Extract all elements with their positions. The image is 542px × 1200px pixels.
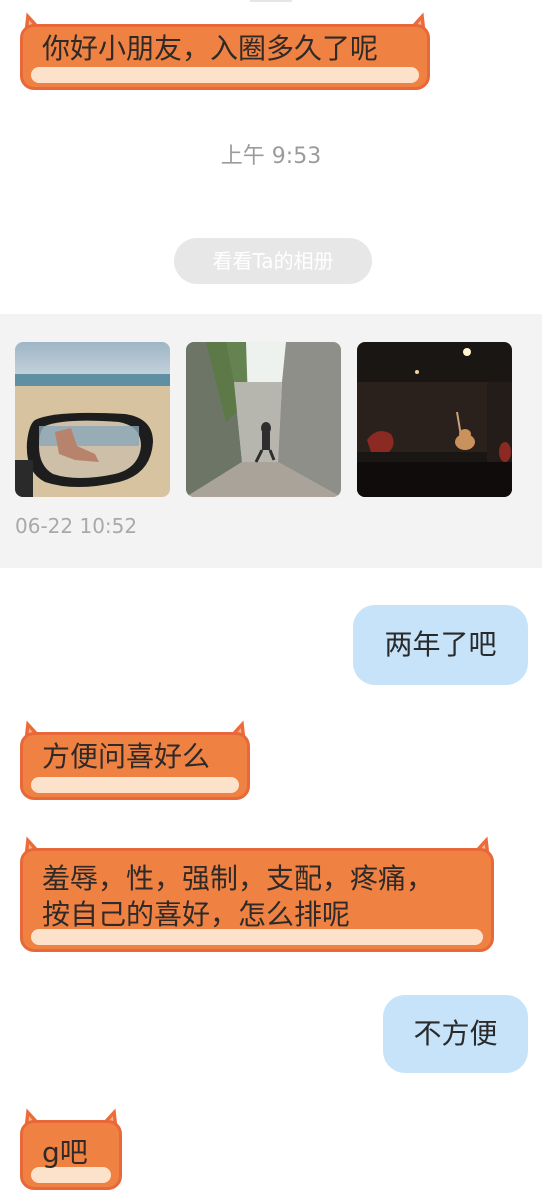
- message-text-line-2: 按自己的喜好，怎么排呢: [42, 898, 351, 931]
- incoming-message-bubble[interactable]: 你好小朋友，入圈多久了呢: [17, 9, 433, 90]
- incoming-message-bubble[interactable]: 羞辱，性，强制，支配，疼痛， 按自己的喜好，怎么排呢: [17, 833, 497, 952]
- previous-message-fragment: [250, 0, 292, 2]
- album-timestamp: 06-22 10:52: [15, 514, 138, 538]
- view-album-button[interactable]: 看看Ta的相册: [174, 238, 372, 284]
- message-text: 不方便: [413, 1017, 498, 1050]
- beach-photo-image: [15, 342, 170, 497]
- alley-photo-image: [186, 342, 341, 497]
- message-text: g吧: [42, 1136, 88, 1169]
- incoming-message-bubble[interactable]: 方便问喜好么: [17, 717, 253, 800]
- album-photo-beach[interactable]: [15, 342, 170, 497]
- message-text: 两年了吧: [384, 628, 497, 661]
- message-text-line-1: 羞辱，性，强制，支配，疼痛，: [42, 862, 435, 895]
- incoming-message-bubble[interactable]: g吧: [17, 1105, 125, 1190]
- bubble-trim: [31, 777, 239, 793]
- message-text: 你好小朋友，入圈多久了呢: [42, 32, 379, 65]
- outgoing-message-bubble[interactable]: 不方便: [383, 995, 528, 1073]
- album-photo-stage[interactable]: [357, 342, 512, 497]
- message-text: 方便问喜好么: [42, 740, 211, 773]
- timestamp: 上午 9:53: [220, 144, 322, 169]
- album-preview: 06-22 10:52: [0, 314, 542, 568]
- bubble-trim: [31, 67, 419, 83]
- stage-photo-image: [357, 342, 512, 497]
- album-photo-alley[interactable]: [186, 342, 341, 497]
- outgoing-message-bubble[interactable]: 两年了吧: [353, 605, 528, 685]
